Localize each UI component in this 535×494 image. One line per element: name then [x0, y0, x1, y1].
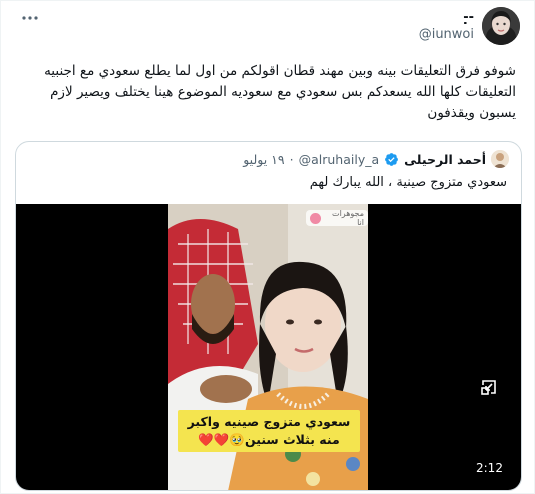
more-options-button[interactable]: [17, 9, 43, 27]
quoted-author-handle[interactable]: @alruhaily_a: [299, 152, 380, 167]
tweet-card: -̣̣- @iunwoi شوفو فرق التعليقات بينه وبي…: [0, 0, 535, 494]
quoted-author-name[interactable]: أحمد الرحيلى: [404, 152, 486, 167]
avatar-image: [482, 7, 520, 45]
separator-dot: ·: [289, 151, 294, 167]
ellipsis-icon: [22, 16, 38, 20]
quoted-tweet-date[interactable]: ١٩ يوليو: [243, 152, 284, 167]
quoted-avatar-image: [491, 150, 509, 168]
author-handle[interactable]: @iunwoi: [419, 26, 474, 43]
quoted-author-avatar[interactable]: [491, 150, 509, 168]
watermark-logo-icon: [310, 212, 321, 224]
video-frame: مجوهرات انا سعودي متزوج صينيه واكبر منه …: [168, 204, 368, 490]
author-display-name[interactable]: -̣̣-: [419, 9, 474, 26]
video-player[interactable]: مجوهرات انا سعودي متزوج صينيه واكبر منه …: [16, 204, 521, 490]
tweet-author[interactable]: -̣̣- @iunwoi: [419, 7, 520, 45]
collapse-arrow-icon: [481, 380, 496, 395]
video-watermark: مجوهرات انا: [306, 209, 368, 227]
collapse-video-button[interactable]: [472, 370, 506, 404]
quoted-tweet[interactable]: أحمد الرحيلى @alruhaily_a · ١٩ يوليو سعو…: [15, 141, 522, 491]
verified-badge-icon: [385, 152, 399, 166]
video-duration: 2:12: [476, 461, 503, 475]
quoted-tweet-header: أحمد الرحيلى @alruhaily_a · ١٩ يوليو: [243, 150, 509, 168]
watermark-text: مجوهرات انا: [332, 209, 364, 227]
tweet-body-text: شوفو فرق التعليقات بينه وبين مهند قطان ا…: [44, 63, 516, 121]
video-caption: سعودي متزوج صينيه واكبر منه بثلاث سنين🥹❤…: [178, 410, 360, 452]
author-avatar[interactable]: [482, 7, 520, 45]
quoted-tweet-text: سعودي متزوج صينية ، الله يبارك لهم: [309, 175, 507, 190]
author-names: -̣̣- @iunwoi: [419, 9, 474, 43]
